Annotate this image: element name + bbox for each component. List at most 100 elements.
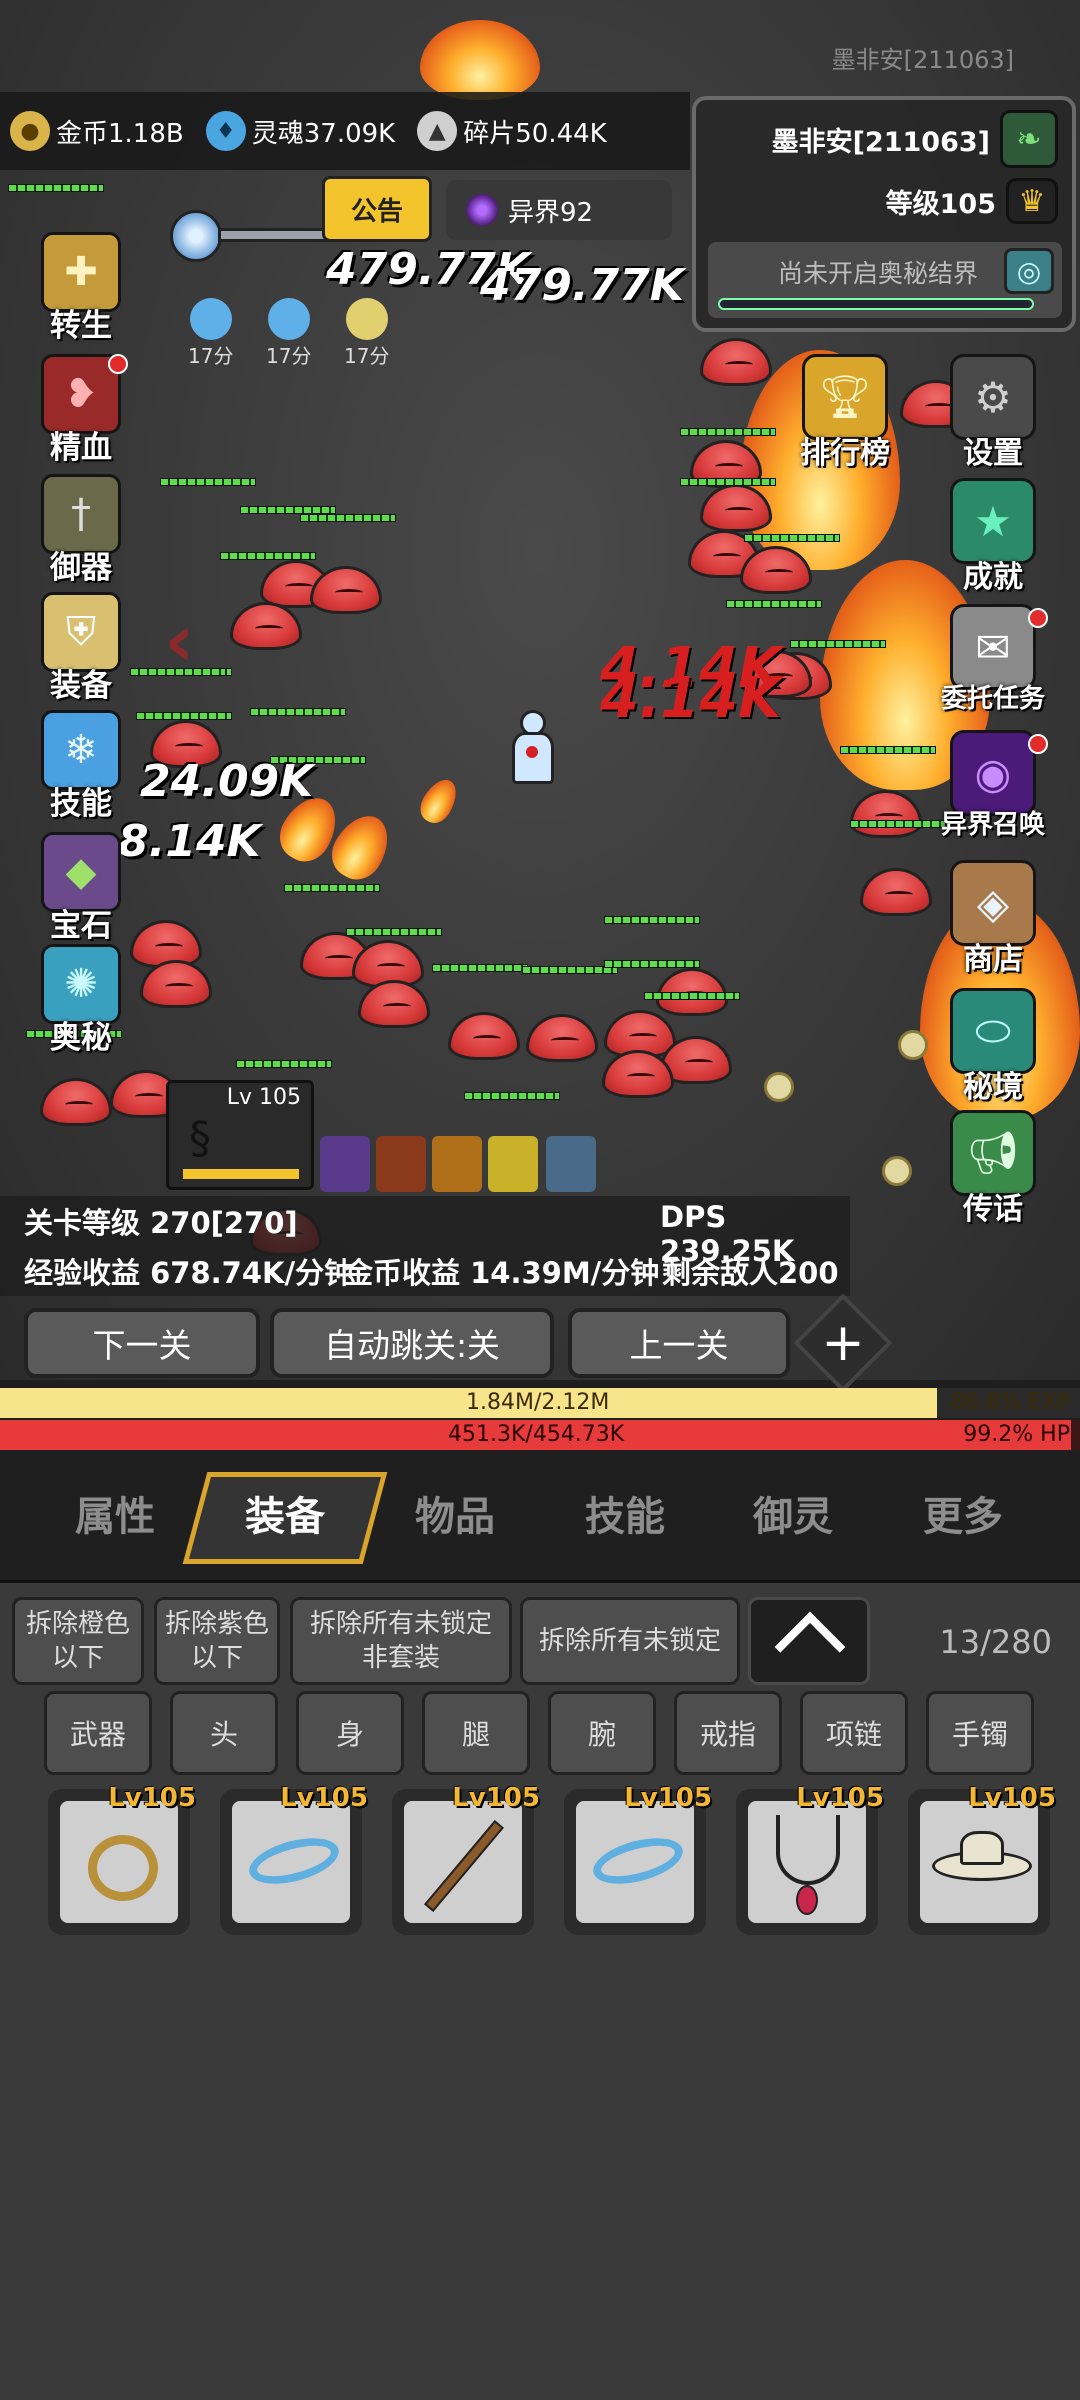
- equipment-item[interactable]: Lv105: [392, 1783, 540, 1935]
- skill-slot-icon[interactable]: [488, 1136, 538, 1192]
- slime-enemy: [448, 1012, 520, 1060]
- collapse-button[interactable]: [748, 1597, 870, 1685]
- pet-slot[interactable]: Lv 105 §: [166, 1080, 314, 1190]
- fragment-amount: 碎片50.44K: [463, 118, 607, 149]
- player-avatar-icon[interactable]: ❧: [1000, 110, 1058, 168]
- equipment-item[interactable]: Lv105: [48, 1783, 196, 1935]
- equipment-item[interactable]: Lv105: [736, 1783, 884, 1935]
- menu-gems[interactable]: ◆ 宝石: [26, 832, 136, 945]
- coin-drop: [882, 1156, 912, 1186]
- damage-number: 24.09K: [140, 756, 314, 807]
- bracelet-icon: [588, 1829, 688, 1893]
- fire-effect: [420, 20, 540, 100]
- tab-attributes[interactable]: 属性: [40, 1458, 190, 1568]
- skill-slot-icon[interactable]: [432, 1136, 482, 1192]
- buff-timer: 17分: [188, 298, 233, 369]
- soul-flame-icon: ♦: [205, 111, 246, 151]
- menu-mystery[interactable]: ✺ 奥秘: [26, 944, 136, 1057]
- enemy-hp-bar: [680, 478, 776, 486]
- menu-commissions[interactable]: ✉ 委托任务: [928, 604, 1058, 715]
- notice-button[interactable]: 公告: [322, 176, 432, 242]
- gold-rate: 金币收益 14.39M/分钟: [344, 1256, 660, 1290]
- item-level: Lv105: [624, 1783, 712, 1813]
- player-panel[interactable]: 墨非安[211063] ❧ 等级105 ♛ 尚未开启奥秘结界 ◎: [692, 96, 1076, 332]
- skill-slot-icon[interactable]: [376, 1136, 426, 1192]
- hat-crown: [960, 1831, 1004, 1865]
- otherworld-level[interactable]: 异界92: [446, 180, 672, 240]
- gold-buff-icon: [345, 298, 388, 340]
- filter-body[interactable]: 身: [296, 1691, 404, 1775]
- tab-equipment[interactable]: 装备: [210, 1458, 360, 1568]
- chevron-left-icon[interactable]: ‹: [164, 598, 195, 684]
- enemy-hp-bar: [744, 534, 840, 542]
- exp-bar: 1.84M/2.12M 86.8% EXP: [0, 1388, 1080, 1418]
- equipment-item[interactable]: Lv105: [908, 1783, 1056, 1935]
- inventory-count: 13/280: [939, 1623, 1052, 1661]
- menu-essence[interactable]: ❥ 精血: [26, 354, 136, 467]
- menu-equipment[interactable]: ⛨ 装备: [26, 592, 136, 705]
- equipment-item[interactable]: Lv105: [564, 1783, 712, 1935]
- enemy-hp-bar: [236, 1060, 332, 1068]
- crown-icon: ♛: [1006, 178, 1058, 224]
- menu-achievements[interactable]: ★ 成就: [928, 478, 1058, 596]
- enemy-hp-bar: [250, 708, 346, 716]
- dismantle-below-purple-button[interactable]: 拆除紫色 以下: [154, 1597, 280, 1685]
- ring-icon: [88, 1835, 158, 1901]
- dismantle-unlocked-nonset-button[interactable]: 拆除所有未锁定 非套装: [290, 1597, 512, 1685]
- stage-info-panel: 关卡等级 270[270] DPS 239.25K 经验收益 678.74K/分…: [0, 1196, 850, 1296]
- enemy-hp-bar: [432, 964, 528, 972]
- skill-slot-icon[interactable]: [546, 1136, 596, 1192]
- exp-percent: 86.8% EXP: [950, 1390, 1070, 1415]
- slime-enemy: [526, 1014, 598, 1062]
- tab-items[interactable]: 物品: [380, 1458, 530, 1568]
- damage-number: 8.14K: [118, 816, 261, 867]
- weapon-icon: [170, 190, 330, 280]
- filter-head[interactable]: 头: [170, 1691, 278, 1775]
- notification-dot: [1028, 734, 1048, 754]
- staff-icon: [424, 1820, 504, 1912]
- menu-rebirth[interactable]: ✚ 转生: [26, 232, 136, 345]
- filter-necklace[interactable]: 项链: [800, 1691, 908, 1775]
- menu-settings[interactable]: ⚙ 设置: [928, 354, 1058, 472]
- dismantle-below-orange-button[interactable]: 拆除橙色 以下: [12, 1597, 144, 1685]
- menu-secret-realm[interactable]: ⬭ 秘境: [928, 988, 1058, 1106]
- notification-dot: [1028, 608, 1048, 628]
- player-name: 墨非安[211063]: [771, 126, 990, 158]
- enemy-hp-bar: [136, 712, 232, 720]
- previous-stage-button[interactable]: 上一关: [568, 1308, 790, 1378]
- menu-broadcast[interactable]: 📢︎ 传话: [928, 1110, 1058, 1228]
- tab-skills[interactable]: 技能: [550, 1458, 700, 1568]
- enemy-hp-bar: [300, 514, 396, 522]
- bracelet-icon: [244, 1829, 344, 1893]
- menu-leaderboard[interactable]: 🏆︎ 排行榜: [780, 354, 910, 472]
- fragment-currency: ▲ 碎片50.44K: [417, 111, 607, 151]
- skill-slot-icon[interactable]: [320, 1136, 370, 1192]
- tab-more[interactable]: 更多: [888, 1458, 1038, 1568]
- filter-ring[interactable]: 戒指: [674, 1691, 782, 1775]
- portal-icon: [466, 194, 498, 226]
- enemy-hp-bar: [284, 884, 380, 892]
- menu-artifact[interactable]: † 御器: [26, 474, 136, 587]
- dismantle-all-unlocked-button[interactable]: 拆除所有未锁定: [520, 1597, 740, 1685]
- filter-weapon[interactable]: 武器: [44, 1691, 152, 1775]
- buff-timer: 17分: [344, 298, 389, 369]
- enemy-hp-bar: [680, 428, 776, 436]
- player-level-row: 等级105 ♛: [886, 178, 1058, 224]
- menu-otherworld-summon[interactable]: ◉ 异界召唤: [928, 730, 1058, 841]
- filter-wrist[interactable]: 腕: [548, 1691, 656, 1775]
- filter-legs[interactable]: 腿: [422, 1691, 530, 1775]
- next-stage-button[interactable]: 下一关: [24, 1308, 260, 1378]
- pet-progress-bar: [183, 1169, 299, 1179]
- equipment-item[interactable]: Lv105: [220, 1783, 368, 1935]
- gold-currency: ● 金币1.18B: [10, 111, 184, 151]
- filter-bracelet[interactable]: 手镯: [926, 1691, 1034, 1775]
- mystery-realm-box[interactable]: 尚未开启奥秘结界 ◎: [708, 242, 1062, 318]
- item-level: Lv105: [796, 1783, 884, 1813]
- menu-skills[interactable]: ❄ 技能: [26, 710, 136, 823]
- snake-pet-icon: §: [189, 1113, 211, 1164]
- realm-progress-bar: [718, 298, 1034, 310]
- auto-skip-toggle[interactable]: 自动跳关:关: [270, 1308, 554, 1378]
- menu-shop[interactable]: ◈ 商店: [928, 860, 1058, 978]
- slime-enemy: [850, 790, 922, 838]
- tab-spirits[interactable]: 御灵: [718, 1458, 868, 1568]
